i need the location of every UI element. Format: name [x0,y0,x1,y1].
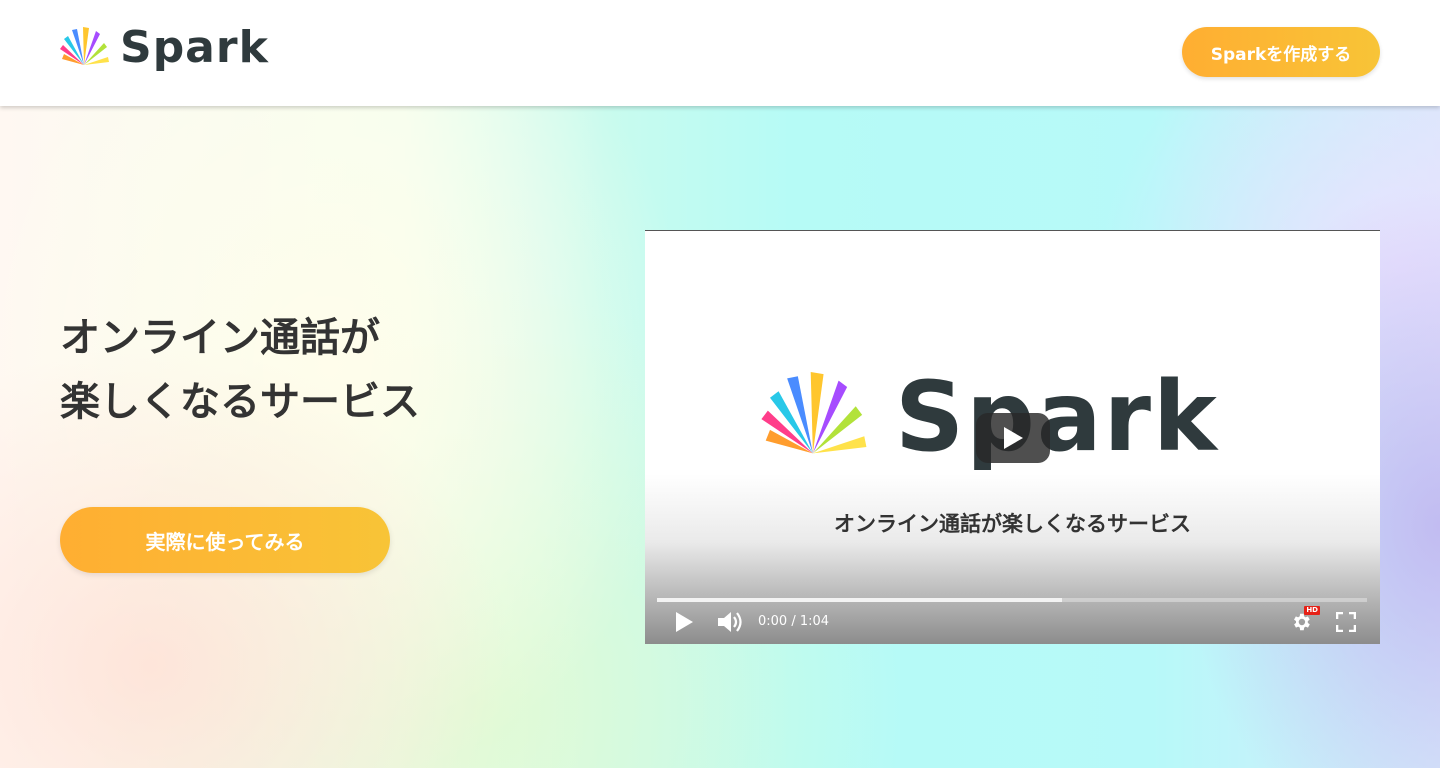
site-header: Spark Sparkを作成する [0,0,1440,106]
play-icon [676,612,693,632]
progress-loaded [657,598,1062,602]
time-display: 0:00 / 1:04 [758,614,830,629]
progress-bar[interactable] [657,598,1367,602]
video-tagline: オンライン通話が楽しくなるサービス [834,512,1191,536]
video-control-gradient [645,474,1380,644]
volume-button[interactable] [715,609,745,635]
spark-logo-icon [60,27,109,65]
settings-button[interactable]: HD [1288,606,1320,635]
play-icon [1004,427,1023,449]
logo-wordmark: Spark [120,22,269,73]
create-spark-button[interactable]: Sparkを作成する [1182,27,1380,77]
try-it-button[interactable]: 実際に使ってみる [60,507,390,573]
hero-headline: オンライン通話が 楽しくなるサービス [60,306,580,434]
play-button[interactable] [671,609,697,635]
fullscreen-button[interactable] [1333,609,1359,635]
fullscreen-icon [1336,612,1356,632]
spark-logo[interactable]: Spark [58,22,288,74]
large-play-button[interactable] [976,413,1050,463]
volume-icon [718,612,742,632]
video-logo-wordmark: Spark [895,361,1219,473]
headline-line-2: 楽しくなるサービス [60,379,420,425]
hd-badge: HD [1304,606,1320,615]
headline-line-1: オンライン通話が [60,315,380,361]
spark-logo-icon [761,372,867,454]
video-player[interactable]: Spark オンライン通話が楽しくなるサービス 0:00 / 1:04 HD [645,230,1380,644]
